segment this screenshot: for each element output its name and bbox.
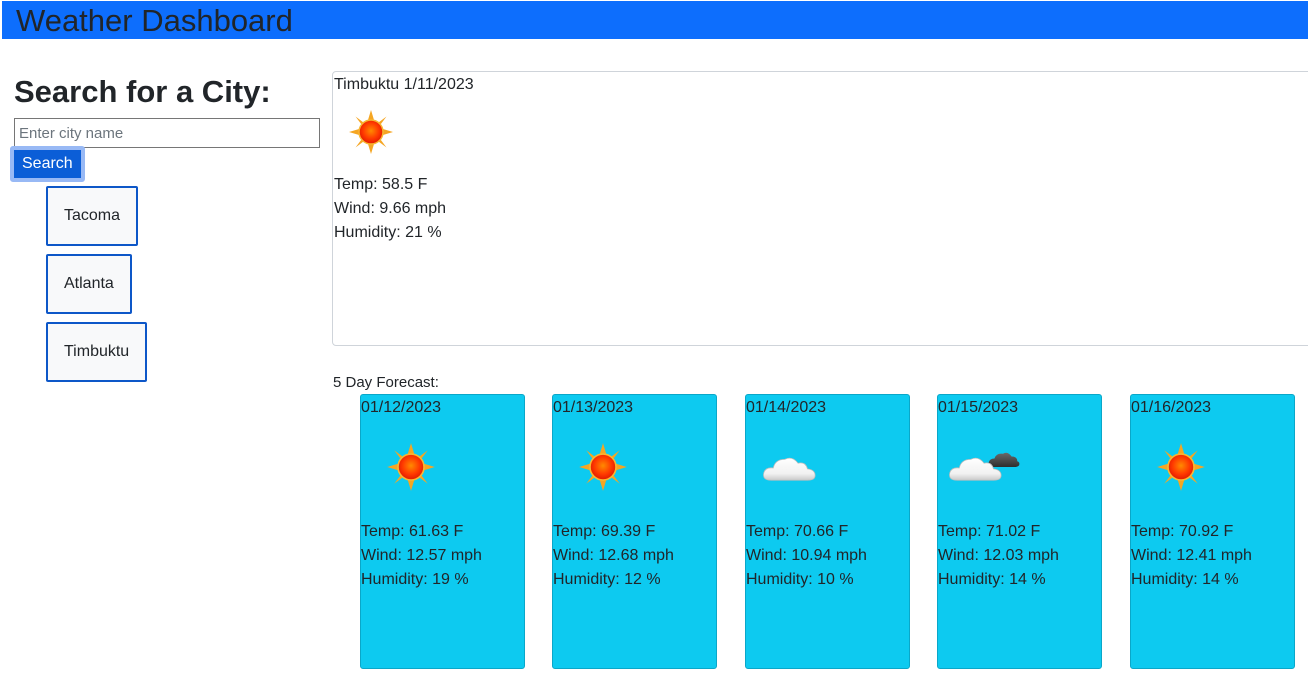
current-wind: Wind: 9.66 mph	[334, 200, 447, 217]
forecast-wind: Wind: 12.68 mph	[553, 547, 674, 564]
forecast-date: 01/14/2023	[746, 399, 827, 416]
current-city-date: Timbuktu 1/11/2023	[334, 76, 474, 93]
app-title: Weather Dashboard	[16, 3, 293, 38]
app-header: Weather Dashboard	[2, 1, 1308, 39]
forecast-card: 01/12/2023 Temp: 61.63 F Wind: 12.57 mph…	[360, 394, 525, 669]
forecast-wind: Wind: 12.03 mph	[938, 547, 1059, 564]
forecast-wind: Wind: 12.41 mph	[1131, 547, 1252, 564]
forecast-humidity: Humidity: 19 %	[361, 571, 469, 588]
current-humidity: Humidity: 21 %	[334, 224, 442, 241]
history-city-button[interactable]: Atlanta	[46, 254, 132, 314]
search-button[interactable]: Search	[10, 146, 85, 182]
forecast-humidity: Humidity: 14 %	[1131, 571, 1239, 588]
sun-icon	[348, 109, 394, 155]
forecast-date: 01/15/2023	[938, 399, 1019, 416]
cloud-icon	[763, 457, 816, 481]
history-city-button[interactable]: Timbuktu	[46, 322, 148, 382]
forecast-date: 01/16/2023	[1131, 399, 1212, 416]
current-weather-panel: Timbuktu 1/11/2023 Temp: 58.5 F Wind: 9.…	[332, 71, 1308, 346]
forecast-humidity: Humidity: 12 %	[553, 571, 661, 588]
forecast-temp: Temp: 61.63 F	[361, 523, 464, 540]
forecast-card: 01/14/2023 Temp: 70.66 F Wind: 10.94 mph…	[745, 394, 910, 669]
sun-icon	[1156, 442, 1206, 492]
city-search-input[interactable]	[14, 118, 320, 148]
forecast-wind: Wind: 12.57 mph	[361, 547, 482, 564]
forecast-card: 01/16/2023 Temp: 70.92 F Wind: 12.41 mph…	[1130, 394, 1295, 669]
forecast-temp: Temp: 71.02 F	[938, 523, 1041, 540]
forecast-date: 01/12/2023	[361, 399, 442, 416]
search-heading: Search for a City:	[14, 74, 271, 109]
forecast-temp: Temp: 70.92 F	[1131, 523, 1234, 540]
sun-icon	[386, 442, 436, 492]
forecast-heading: 5 Day Forecast:	[333, 374, 439, 391]
forecast-card: 01/13/2023 Temp: 69.39 F Wind: 12.68 mph…	[552, 394, 717, 669]
forecast-wind: Wind: 10.94 mph	[746, 547, 867, 564]
forecast-temp: Temp: 69.39 F	[553, 523, 656, 540]
current-temp: Temp: 58.5 F	[334, 176, 428, 193]
forecast-date: 01/13/2023	[553, 399, 634, 416]
sun-icon	[578, 442, 628, 492]
history-city-button[interactable]: Tacoma	[46, 186, 139, 246]
forecast-temp: Temp: 70.66 F	[746, 523, 849, 540]
forecast-humidity: Humidity: 10 %	[746, 571, 854, 588]
forecast-humidity: Humidity: 14 %	[938, 571, 1046, 588]
forecast-card: 01/15/2023 Temp: 71.02 F Wind: 12.03 mph…	[937, 394, 1102, 669]
broken-clouds-icon	[949, 452, 1020, 481]
